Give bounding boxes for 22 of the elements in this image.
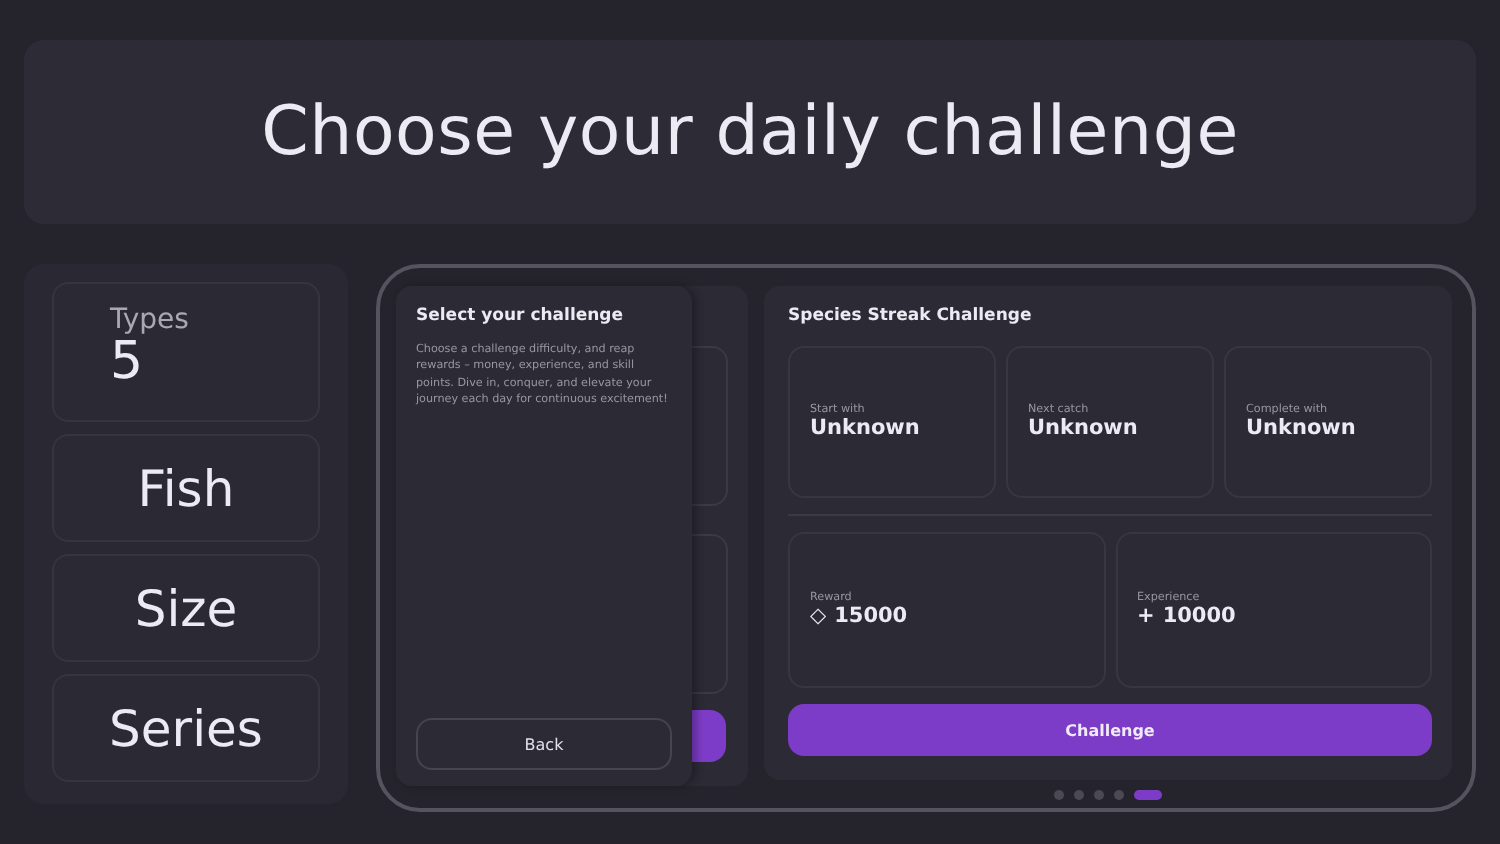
filter-button[interactable]: Series [52, 674, 320, 782]
page-dot[interactable] [1094, 790, 1104, 800]
back-button[interactable]: Back [416, 718, 672, 770]
challenge-button[interactable]: Challenge [788, 704, 1432, 756]
card-title: Species Streak Challenge [788, 306, 1034, 326]
filter-button[interactable]: Fish [52, 434, 320, 542]
tile-icon-glyph: ◇ [810, 604, 827, 628]
tile-value: Unknown [1246, 416, 1358, 440]
page-dot[interactable] [1114, 790, 1124, 800]
tile-icon-glyph: + [1137, 604, 1155, 628]
tile-value: 15000 [834, 604, 908, 628]
page-dot[interactable] [1074, 790, 1084, 800]
panel-title: Select your challenge [416, 306, 626, 326]
page-dot[interactable] [1054, 790, 1064, 800]
tile-value: Unknown [810, 416, 922, 440]
page-title: Choose your daily challenge [261, 92, 1239, 172]
tile-value: Unknown [1028, 416, 1140, 440]
tile-value: 10000 [1162, 604, 1236, 628]
stat-value: 5 [110, 336, 144, 388]
filter-button[interactable]: Size [52, 554, 320, 662]
stat-label: Types [110, 304, 191, 336]
button-background [692, 710, 726, 762]
